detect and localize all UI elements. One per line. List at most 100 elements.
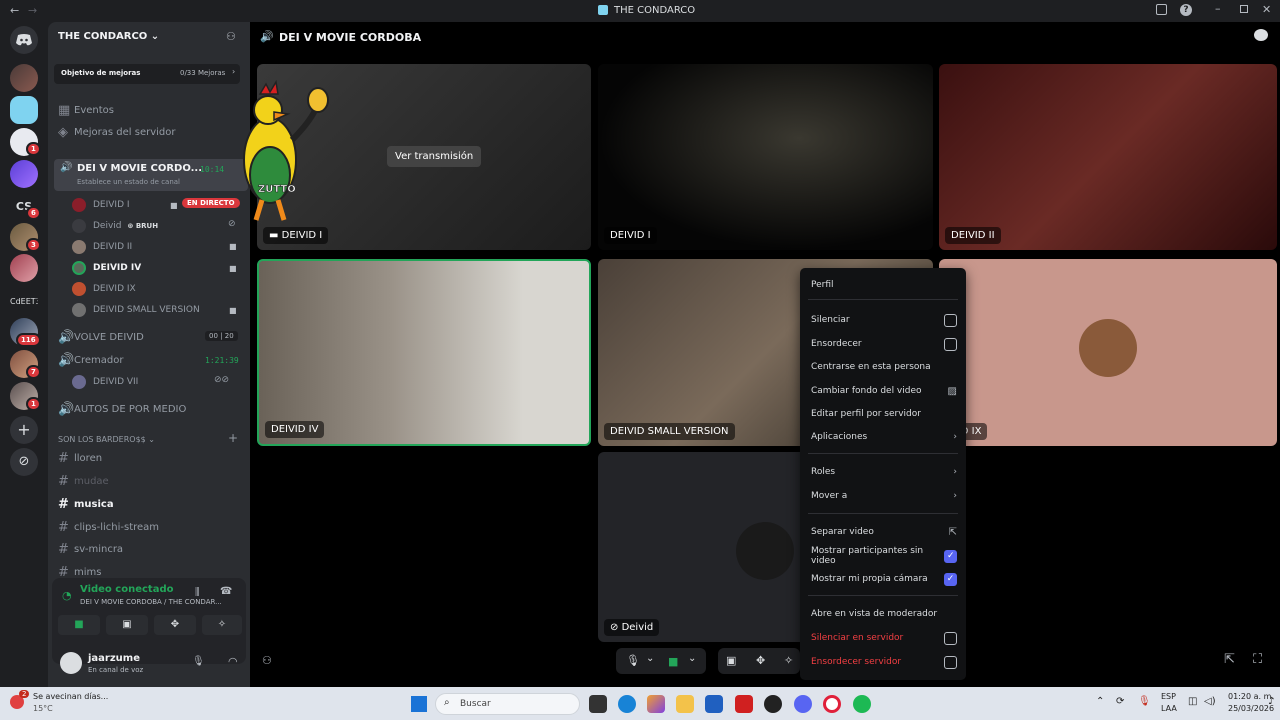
voice-user[interactable]: DEIVID SMALL VERSION [72, 300, 200, 320]
chevron-down-icon[interactable]: ⌄ [688, 653, 696, 664]
voice-user[interactable]: DEIVID IX [72, 279, 136, 299]
menu-focus[interactable]: Centrarse en esta persona [811, 357, 957, 377]
checkbox[interactable] [944, 655, 957, 669]
forward-arrow-icon[interactable]: → [28, 4, 37, 17]
copilot-icon[interactable] [647, 695, 665, 713]
menu-show-own-camera[interactable]: Mostrar mi propia cámara ✓ [811, 569, 957, 589]
voice-user[interactable]: DEIVID II [72, 237, 132, 257]
store-icon[interactable] [705, 695, 723, 713]
menu-roles[interactable]: Roles › [811, 462, 957, 482]
server-icon[interactable] [10, 254, 38, 282]
maximize-icon[interactable] [1240, 5, 1248, 13]
menu-change-background[interactable]: Cambiar fondo del video ▨ [811, 381, 957, 401]
voice-user[interactable]: DEIVID I [72, 195, 130, 215]
task-view-icon[interactable] [589, 695, 607, 713]
text-channel[interactable]: # mudae [48, 470, 250, 492]
app-icon[interactable] [735, 695, 753, 713]
text-channel[interactable]: # sv-mincra [48, 538, 250, 560]
camera-button[interactable]: ■ [58, 615, 100, 635]
watch-stream-button[interactable]: Ver transmisión [387, 146, 482, 167]
invite-icon[interactable]: ⚇ [262, 654, 272, 667]
server-icon-cdeet[interactable]: CdEET3 [10, 288, 38, 316]
menu-server-deafen[interactable]: Ensordecer servidor [811, 652, 957, 672]
tray-chevron-up-icon[interactable]: ⌃ [1096, 696, 1104, 707]
boost-goal-bar[interactable]: Objetivo de mejoras 0/33 Mejoras › [54, 64, 240, 84]
camera-icon[interactable]: ■ [668, 655, 678, 668]
server-boosts-item[interactable]: ◈ Mejoras del servidor [48, 121, 250, 143]
soundboard-icon[interactable]: ✧ [784, 654, 793, 667]
inbox-icon[interactable] [1156, 4, 1167, 15]
text-channel-unread[interactable]: # musica [48, 493, 250, 515]
search-box[interactable]: ⌕ Buscar [435, 693, 580, 715]
screen-share-icon[interactable]: ▣ [726, 654, 736, 667]
headphones-icon[interactable]: ◠ [228, 655, 238, 668]
checkbox-checked[interactable]: ✓ [944, 549, 957, 563]
avatar[interactable] [60, 652, 82, 674]
menu-edit-server-profile[interactable]: Editar perfil por servidor [811, 404, 957, 424]
add-channel-icon[interactable]: + [228, 431, 238, 445]
wifi-icon[interactable]: ◫ [1188, 696, 1197, 707]
checkbox[interactable] [944, 337, 957, 351]
soundboard-button[interactable]: ✧ [202, 615, 242, 635]
add-server-icon[interactable]: + [10, 416, 38, 444]
volume-icon[interactable]: ◁) [1204, 696, 1216, 707]
checkbox[interactable] [944, 313, 957, 327]
channel-status[interactable]: Establece un estado de canal [77, 178, 180, 186]
help-icon[interactable]: ? [1180, 4, 1192, 16]
text-channel[interactable]: # clips-lichi-stream [48, 516, 250, 538]
voice-user[interactable]: Deivid ⊛ BRUH [72, 216, 158, 236]
discord-home-icon[interactable] [10, 26, 38, 54]
notification-bell-icon[interactable]: ♪ [1268, 696, 1274, 707]
tray-icon[interactable]: ⟳ [1116, 696, 1124, 707]
text-channel[interactable]: # lloren [48, 447, 250, 469]
username[interactable]: jaarzume [88, 653, 140, 664]
video-tile[interactable]: DEIVID II [939, 64, 1277, 250]
opera-icon[interactable] [823, 695, 841, 713]
menu-apps[interactable]: Aplicaciones › [811, 427, 957, 447]
discover-icon[interactable]: ⊘ [10, 448, 38, 476]
menu-popout-video[interactable]: Separar video ⇱ [811, 522, 957, 542]
voice-channel-active[interactable]: 🔊 DEI V MOVIE CORDO... 10:14 Establece u… [54, 159, 248, 191]
share-controls[interactable]: ▣ ✥ ✧ [718, 648, 800, 674]
server-name[interactable]: THE CONDARCO ⌄ [58, 31, 159, 42]
menu-server-mute[interactable]: Silenciar en servidor [811, 628, 957, 648]
activities-button[interactable]: ✥ [154, 615, 196, 635]
server-icon-active[interactable] [10, 96, 38, 124]
voice-user[interactable]: DEIVID VII [72, 372, 138, 392]
close-icon[interactable]: ✕ [1262, 3, 1271, 16]
windows-start-icon[interactable] [411, 696, 427, 712]
menu-show-non-video[interactable]: Mostrar participantes sin video ✓ [811, 546, 957, 566]
menu-moderator-view[interactable]: Abre en vista de moderador [811, 604, 957, 624]
menu-profile[interactable]: Perfil [811, 275, 957, 295]
file-explorer-icon[interactable] [676, 695, 694, 713]
chevron-down-icon[interactable]: ⌄ [646, 653, 654, 664]
disconnect-icon[interactable]: ☎ [220, 586, 232, 597]
app-icon[interactable] [764, 695, 782, 713]
language-indicator[interactable]: ESP [1161, 692, 1176, 701]
video-tile[interactable]: VID IX [939, 259, 1277, 446]
voice-channel-path[interactable]: DEI V MOVIE CORDOBA / THE CONDAR... [80, 598, 222, 606]
voice-user[interactable]: DEIVID IV [72, 258, 141, 278]
minimize-icon[interactable]: – [1215, 2, 1221, 15]
chat-bubble-icon[interactable] [1254, 29, 1268, 41]
weather-text[interactable]: Se avecinan días... [33, 692, 108, 701]
server-icon[interactable] [10, 160, 38, 188]
microphone-tray-icon[interactable]: 🎙 [1138, 696, 1151, 707]
noise-suppression-icon[interactable]: ⫼ [195, 587, 200, 598]
microphone-icon[interactable]: 🎙 [192, 656, 205, 667]
invite-people-icon[interactable]: ⚇ [226, 30, 236, 43]
activities-icon[interactable]: ✥ [756, 654, 765, 667]
checkbox[interactable] [944, 631, 957, 645]
events-item[interactable]: ▦ Eventos [48, 99, 250, 121]
menu-deafen[interactable]: Ensordecer [811, 334, 957, 354]
menu-mute[interactable]: Silenciar [811, 310, 957, 330]
discord-taskbar-icon[interactable] [794, 695, 812, 713]
checkbox-checked[interactable]: ✓ [944, 572, 957, 586]
edge-icon[interactable] [618, 695, 636, 713]
fullscreen-icon[interactable]: ⛶ [1253, 652, 1262, 667]
screen-share-button[interactable]: ▣ [106, 615, 148, 635]
spotify-icon[interactable] [853, 695, 871, 713]
video-tile[interactable]: DEIVID I [598, 64, 933, 250]
category-header[interactable]: SON LOS BARDERO$$ ⌄ [58, 435, 155, 444]
popout-icon[interactable]: ⇱ [1224, 652, 1235, 667]
